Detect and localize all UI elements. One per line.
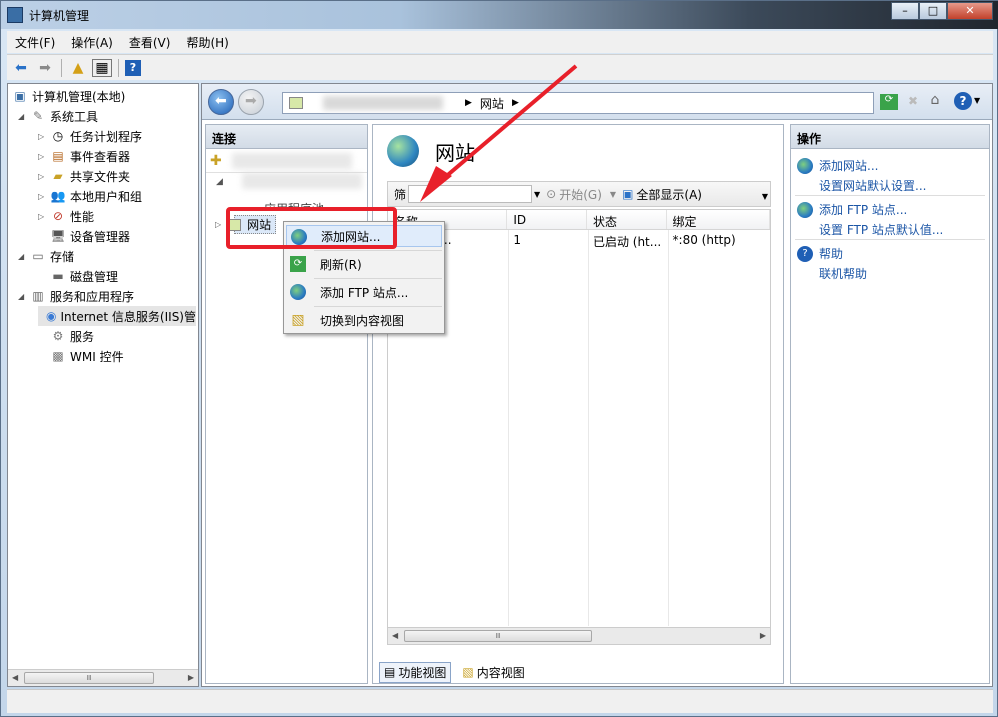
annotation-arrow — [420, 64, 578, 202]
